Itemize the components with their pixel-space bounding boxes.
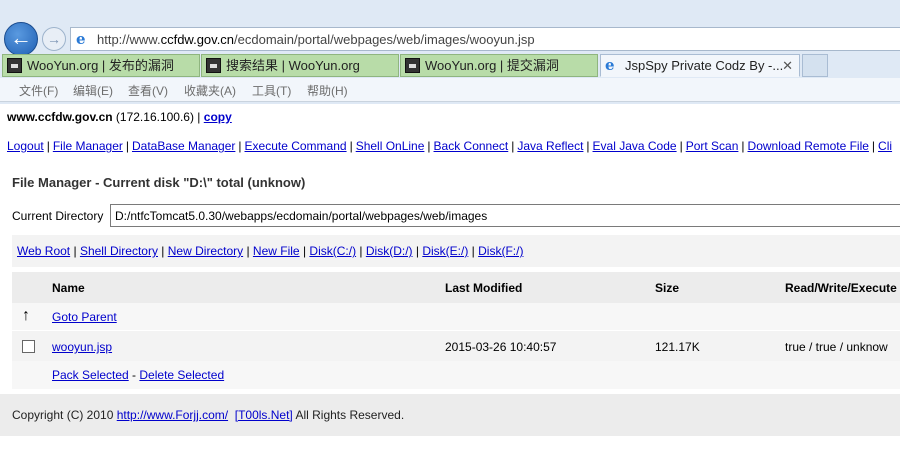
nav-java-reflect[interactable]: Java Reflect	[517, 139, 583, 153]
pack-selected-link[interactable]: Pack Selected	[52, 368, 129, 382]
header-last-modified: Last Modified	[445, 281, 523, 295]
tab-label: WooYun.org | 发布的漏洞	[27, 58, 174, 73]
menu-edit[interactable]: 编辑(E)	[73, 82, 113, 99]
tab-search-results[interactable]: 搜索结果 | WooYun.org	[201, 54, 399, 77]
tab-submit-bug[interactable]: WooYun.org | 提交漏洞	[400, 54, 598, 77]
table-row: ↑ Goto Parent	[12, 303, 900, 331]
nav-download-remote-file[interactable]: Download Remote File	[748, 139, 869, 153]
host-name: www.ccfdw.gov.cn	[7, 110, 113, 124]
tab-wooyun-bugs[interactable]: WooYun.org | 发布的漏洞	[2, 54, 200, 77]
delete-selected-link[interactable]: Delete Selected	[139, 368, 224, 382]
disk-e-link[interactable]: Disk(E:/)	[422, 244, 468, 258]
nav-port-scan[interactable]: Port Scan	[686, 139, 739, 153]
disk-links-bar: Web Root | Shell Directory | New Directo…	[12, 235, 900, 267]
footer: Copyright (C) 2010 http://www.Forjj.com/…	[0, 394, 900, 436]
ie-favicon-icon: e	[605, 56, 615, 74]
nav-file-manager[interactable]: File Manager	[53, 139, 123, 153]
close-tab-icon[interactable]: ✕	[782, 55, 793, 76]
nav-logout[interactable]: Logout	[7, 139, 44, 153]
footer-t00ls-link[interactable]: [T00ls.Net]	[235, 408, 293, 422]
menu-bar: 文件(F) 编辑(E) 查看(V) 收藏夹(A) 工具(T) 帮助(H)	[0, 78, 900, 102]
footer-forjj-link[interactable]: http://www.Forjj.com/	[117, 408, 228, 422]
menu-file[interactable]: 文件(F)	[19, 82, 58, 99]
menu-tools[interactable]: 工具(T)	[252, 82, 291, 99]
host-line: www.ccfdw.gov.cn (172.16.100.6) | copy	[7, 110, 232, 124]
file-table: Name Last Modified Size Read/Write/Execu…	[12, 272, 900, 389]
actions: Pack Selected - Delete Selected	[52, 368, 225, 382]
tab-label: 搜索结果 | WooYun.org	[226, 58, 360, 73]
host-ip: (172.16.100.6) |	[112, 110, 204, 124]
shell-directory-link[interactable]: Shell Directory	[80, 244, 158, 258]
nav-eval-java-code[interactable]: Eval Java Code	[593, 139, 677, 153]
page-title: File Manager - Current disk "D:\" total …	[12, 175, 306, 190]
nav-back-connect[interactable]: Back Connect	[434, 139, 509, 153]
header-name: Name	[52, 281, 85, 295]
back-arrow-icon[interactable]: ←	[4, 22, 38, 56]
new-file-link[interactable]: New File	[253, 244, 300, 258]
tab-jspspy[interactable]: e JspSpy Private Codz By -... ✕	[600, 54, 800, 77]
copy-link[interactable]: copy	[204, 110, 232, 124]
new-tab-button[interactable]	[802, 54, 828, 77]
footer-copyright: Copyright (C) 2010	[12, 408, 117, 422]
menu-favorites[interactable]: 收藏夹(A)	[184, 82, 236, 99]
disk-c-link[interactable]: Disk(C:/)	[309, 244, 356, 258]
nav-shell-online[interactable]: Shell OnLine	[356, 139, 425, 153]
address-bar[interactable]: e http://www.ccfdw.gov.cn/ecdomain/porta…	[70, 27, 900, 51]
header-rwx: Read/Write/Execute	[785, 281, 897, 295]
ie-logo-icon: e	[76, 30, 86, 48]
file-checkbox[interactable]	[22, 340, 35, 353]
tab-label: JspSpy Private Codz By -...	[625, 58, 784, 73]
menu-view[interactable]: 查看(V)	[128, 82, 168, 99]
web-root-link[interactable]: Web Root	[17, 244, 70, 258]
header-size: Size	[655, 281, 680, 295]
menu-help[interactable]: 帮助(H)	[307, 82, 348, 99]
disk-d-link[interactable]: Disk(D:/)	[366, 244, 413, 258]
address-url[interactable]: http://www.ccfdw.gov.cn/ecdomain/portal/…	[97, 32, 535, 47]
disk-f-link[interactable]: Disk(F:/)	[478, 244, 523, 258]
footer-rights: All Rights Reserved.	[292, 408, 405, 422]
tab-label: WooYun.org | 提交漏洞	[425, 58, 559, 73]
goto-parent-link[interactable]: Goto Parent	[52, 310, 117, 324]
table-header: Name Last Modified Size Read/Write/Execu…	[12, 272, 900, 303]
wooyun-favicon-icon	[7, 58, 22, 73]
nav-execute-command[interactable]: Execute Command	[245, 139, 347, 153]
current-directory-input[interactable]	[110, 204, 900, 227]
up-arrow-icon: ↑	[22, 307, 30, 324]
new-directory-link[interactable]: New Directory	[168, 244, 243, 258]
current-directory-label: Current Directory	[12, 209, 104, 223]
file-size: 121.17K	[655, 340, 700, 354]
nav-database-manager[interactable]: DataBase Manager	[132, 139, 235, 153]
table-row: wooyun.jsp 2015-03-26 10:40:57 121.17K t…	[12, 331, 900, 361]
forward-arrow-icon[interactable]: →	[42, 27, 66, 51]
wooyun-favicon-icon	[206, 58, 221, 73]
nav-cli[interactable]: Cli	[878, 139, 892, 153]
page-content: www.ccfdw.gov.cn (172.16.100.6) | copy L…	[0, 104, 900, 454]
file-modified: 2015-03-26 10:40:57	[445, 340, 557, 354]
nav-links: Logout | File Manager | DataBase Manager | Exe…	[7, 139, 893, 153]
file-name-link[interactable]: wooyun.jsp	[52, 340, 112, 354]
file-rwx: true / true / unknow	[785, 340, 888, 354]
tab-strip: WooYun.org | 发布的漏洞 搜索结果 | WooYun.org Woo…	[0, 54, 900, 78]
wooyun-favicon-icon	[405, 58, 420, 73]
browser-chrome: ← → e http://www.ccfdw.gov.cn/ecdomain/p…	[0, 0, 900, 104]
table-actions-row: Pack Selected - Delete Selected	[12, 361, 900, 389]
